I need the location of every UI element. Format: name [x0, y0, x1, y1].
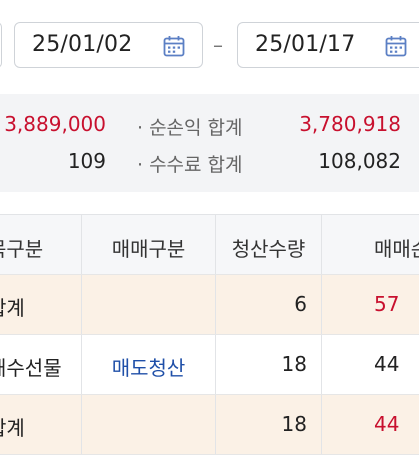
row-settled-qty: 6: [294, 292, 307, 316]
date-range-bar: 25/01/02 – 25/01/17: [0, 0, 419, 94]
table-cell: 57: [322, 275, 419, 334]
row-trade-pnl: 57: [374, 292, 400, 316]
summary-panel: 3,889,000 · 순손익 합계 3,780,918 109 · 수수료 합…: [0, 94, 419, 192]
table-cell: 합계: [0, 395, 82, 454]
table-header: 목구분 매매구분 청산수량 매매손: [0, 214, 419, 275]
table-cell: 해수선물: [0, 335, 82, 394]
calendar-icon[interactable]: [162, 34, 186, 58]
fee-total-value: 108,082: [318, 149, 401, 173]
start-date-value: 25/01/02: [32, 32, 133, 57]
end-date-value: 25/01/17: [255, 32, 356, 57]
header-cell: 목구분: [0, 215, 82, 274]
header-trade-pnl: 매매손: [374, 237, 419, 261]
header-cell: 매매손: [322, 215, 419, 274]
table-cell: 18: [216, 395, 322, 454]
net-profit-total-label: · 순손익 합계: [137, 117, 243, 139]
summary-row-net-profit: 3,889,000 · 순손익 합계 3,780,918: [0, 110, 419, 142]
calendar-icon[interactable]: [384, 34, 408, 58]
start-date-field[interactable]: 25/01/02: [14, 22, 203, 68]
row-item-type: 합계: [0, 296, 25, 320]
summary-left-value: 3,889,000: [4, 112, 106, 136]
table-row-total[interactable]: 합계 6 57: [0, 275, 419, 335]
row-trade-pnl: 44: [374, 352, 400, 376]
table-cell: 44: [322, 335, 419, 394]
summary-row-fee: 109 · 수수료 합계 108,082: [0, 147, 419, 179]
header-trade-type: 매매구분: [111, 237, 186, 261]
row-trade-type-link[interactable]: 매도청산: [82, 352, 215, 381]
table-cell: 6: [216, 275, 322, 334]
row-trade-pnl: 44: [374, 412, 400, 436]
table-cell: 18: [216, 335, 322, 394]
table-cell: [82, 395, 216, 454]
row-item-type: 합계: [0, 416, 25, 440]
row-settled-qty: 18: [281, 352, 307, 376]
net-profit-total-value: 3,780,918: [299, 112, 401, 136]
table-row-subtotal[interactable]: 합계 18 44: [0, 395, 419, 455]
end-date-field[interactable]: 25/01/17: [237, 22, 419, 68]
table-cell: [82, 275, 216, 334]
previous-control-stub[interactable]: [0, 22, 2, 68]
summary-left-value: 109: [67, 149, 106, 173]
row-settled-qty: 18: [281, 412, 307, 436]
date-range-separator: –: [213, 33, 223, 57]
row-item-type: 해수선물: [0, 356, 62, 380]
table-cell: 44: [322, 395, 419, 454]
table-cell: 매도청산: [82, 335, 216, 394]
header-cell: 청산수량: [216, 215, 322, 274]
fee-total-label: · 수수료 합계: [137, 154, 243, 176]
header-cell: 매매구분: [82, 215, 216, 274]
section-divider: [0, 192, 419, 214]
header-item-type: 목구분: [0, 237, 44, 261]
table-row[interactable]: 해수선물 매도청산 18 44: [0, 335, 419, 395]
table-cell: 합계: [0, 275, 82, 334]
header-settled-qty: 청산수량: [231, 237, 306, 261]
